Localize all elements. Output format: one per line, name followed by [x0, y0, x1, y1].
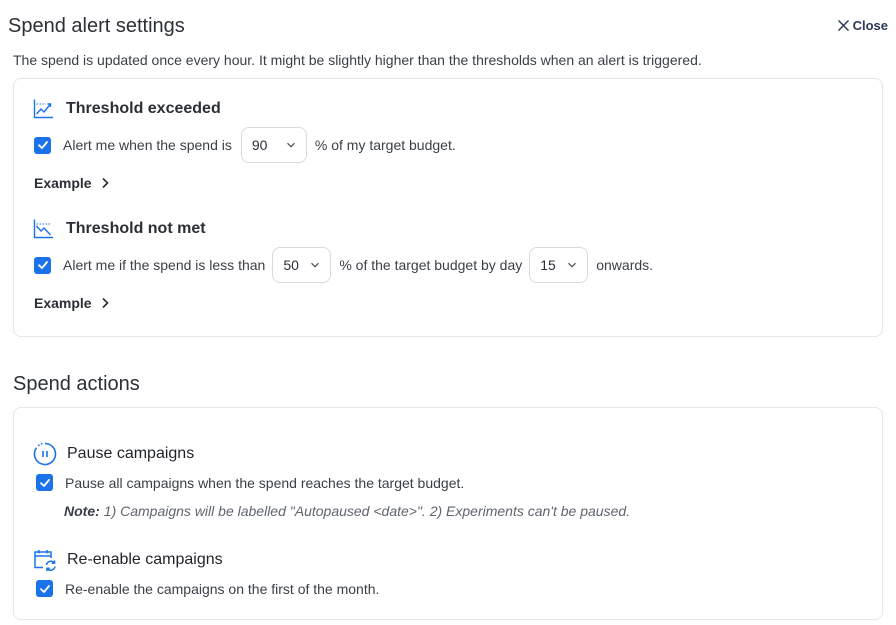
note-text: 1) Campaigns will be labelled "Autopause…	[103, 503, 631, 519]
threshold-not-met-day-value: 15	[540, 257, 556, 273]
threshold-exceeded-percent-value: 90	[251, 137, 268, 153]
check-icon	[39, 478, 50, 487]
close-button[interactable]: Close	[837, 18, 888, 33]
threshold-not-met-day-select[interactable]: 15	[529, 247, 589, 283]
pause-campaigns-checkbox[interactable]	[36, 474, 53, 491]
pause-campaigns-label: Pause all campaigns when the spend reach…	[65, 474, 465, 491]
example-label: Example	[34, 295, 92, 311]
threshold-exceeded-checkbox[interactable]	[34, 136, 51, 154]
check-icon	[39, 584, 50, 593]
page-subtitle: The spend is updated once every hour. It…	[13, 52, 702, 68]
pause-campaigns-heading: Pause campaigns	[67, 445, 195, 462]
check-icon	[37, 261, 48, 269]
chevron-right-icon	[102, 297, 109, 309]
spend-actions-heading: Spend actions	[13, 373, 140, 395]
threshold-not-met-row: Alert me if the spend is less than 50 % …	[34, 247, 653, 283]
note-label: Note:	[64, 503, 100, 519]
threshold-not-met-checkbox[interactable]	[34, 256, 51, 274]
reenable-campaigns-checkbox[interactable]	[36, 580, 53, 597]
reenable-campaigns-row: Re-enable the campaigns on the first of …	[36, 580, 379, 597]
threshold-exceeded-example-link[interactable]: Example	[34, 175, 109, 191]
chevron-right-icon	[102, 177, 109, 189]
threshold-exceeded-text-before: Alert me when the spend is	[63, 137, 232, 153]
reenable-campaigns-heading: Re-enable campaigns	[67, 551, 223, 568]
threshold-not-met-heading: Threshold not met	[66, 219, 206, 237]
reenable-campaigns-heading-row: Re-enable campaigns	[33, 548, 223, 572]
threshold-not-met-text-after: onwards.	[596, 257, 654, 273]
example-label: Example	[34, 175, 92, 191]
chevron-down-icon	[311, 262, 320, 268]
chevron-down-icon	[286, 142, 295, 148]
threshold-exceeded-heading: Threshold exceeded	[66, 99, 221, 117]
threshold-not-met-example-link[interactable]: Example	[34, 295, 109, 311]
close-label: Close	[852, 18, 888, 33]
threshold-not-met-percent-select[interactable]: 50	[272, 247, 332, 283]
chart-up-icon	[33, 98, 54, 119]
close-icon	[837, 20, 849, 31]
threshold-exceeded-text-after: % of my target budget.	[314, 137, 456, 153]
check-icon	[37, 141, 48, 149]
threshold-exceeded-heading-row: Threshold exceeded	[33, 98, 221, 119]
pause-circle-icon	[33, 442, 57, 466]
threshold-not-met-percent-value: 50	[283, 257, 299, 273]
chevron-down-icon	[568, 262, 577, 268]
pause-campaigns-row: Pause all campaigns when the spend reach…	[36, 474, 464, 491]
threshold-exceeded-percent-select[interactable]: 90	[240, 127, 307, 163]
pause-campaigns-heading-row: Pause campaigns	[33, 442, 194, 466]
chart-down-icon	[33, 218, 54, 239]
calendar-refresh-icon	[33, 548, 57, 572]
page-title: Spend alert settings	[8, 15, 185, 37]
threshold-not-met-text-middle: % of the target budget by day	[339, 257, 523, 273]
reenable-campaigns-label: Re-enable the campaigns on the first of …	[65, 580, 380, 597]
threshold-not-met-text-before: Alert me if the spend is less than	[63, 257, 266, 273]
threshold-not-met-heading-row: Threshold not met	[33, 218, 206, 239]
threshold-exceeded-row: Alert me when the spend is 90 % of my ta…	[34, 127, 456, 163]
pause-campaigns-note: Note: 1) Campaigns will be labelled "Aut…	[64, 503, 630, 519]
